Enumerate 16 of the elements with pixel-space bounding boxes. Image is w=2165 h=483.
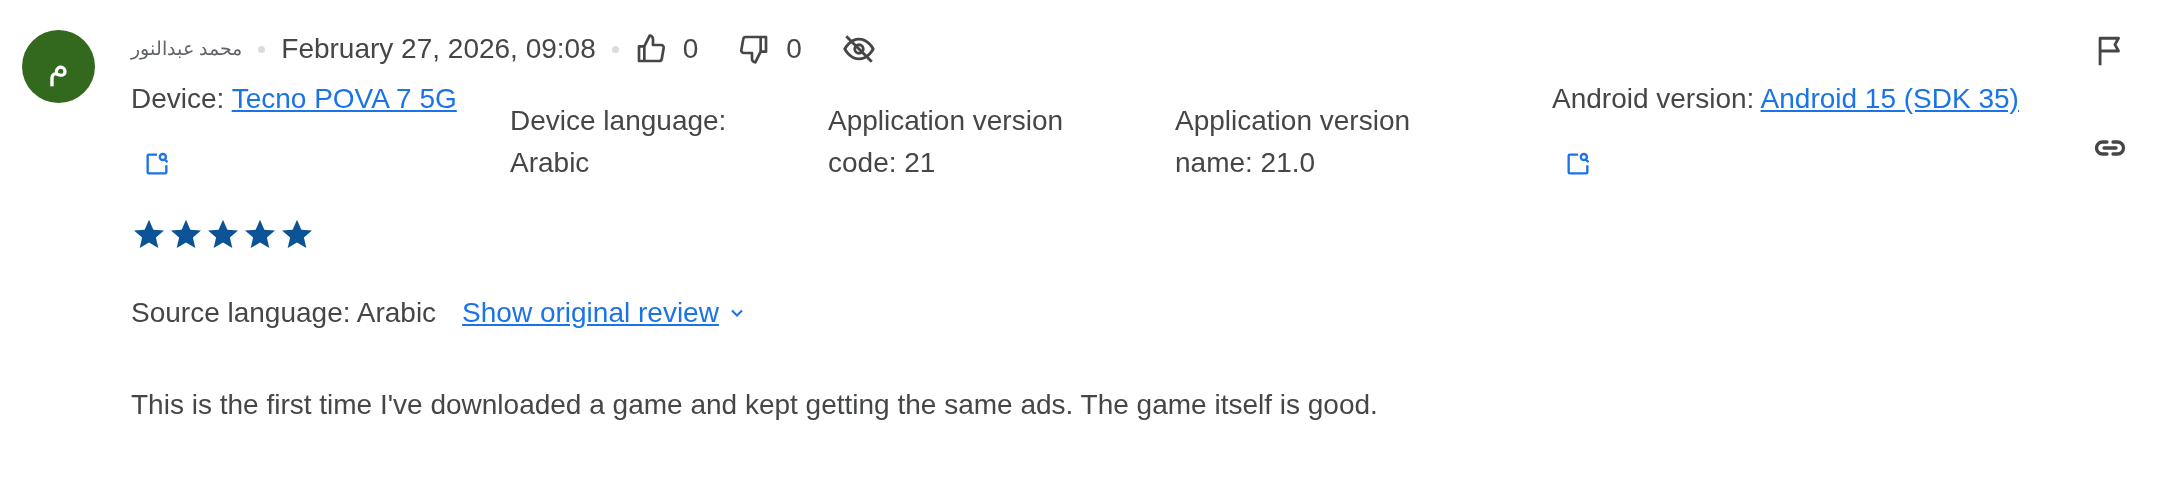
detail-text: Application version code: 21 [828, 104, 1064, 178]
review-date: February 27, 2026, 09:08 [281, 32, 596, 66]
thumbs-down-count: 0 [786, 32, 802, 66]
show-original-link[interactable]: Show original review [462, 291, 719, 334]
detail-text: Application version name: 21.0 [1175, 104, 1411, 178]
detail-label: Android version: [1552, 83, 1755, 114]
source-language: Source language: Arabic [131, 295, 437, 330]
review-text: This is the first time I've downloaded a game and kept getting the same ads. The game itself is good. [131, 387, 1379, 422]
detail-link[interactable]: Android 15 (SDK 35) [1760, 83, 2019, 114]
avatar: م [22, 30, 95, 103]
detail-link[interactable]: Tecno POVA 7 5G [231, 83, 457, 114]
thumbs-up-count: 0 [682, 32, 699, 66]
detail-label: Device: [131, 83, 225, 114]
eye-off-icon[interactable] [841, 32, 876, 66]
reviewer-name: محمد عبدالنور [131, 36, 243, 62]
detail-text: Device language: Arabic [510, 104, 727, 178]
